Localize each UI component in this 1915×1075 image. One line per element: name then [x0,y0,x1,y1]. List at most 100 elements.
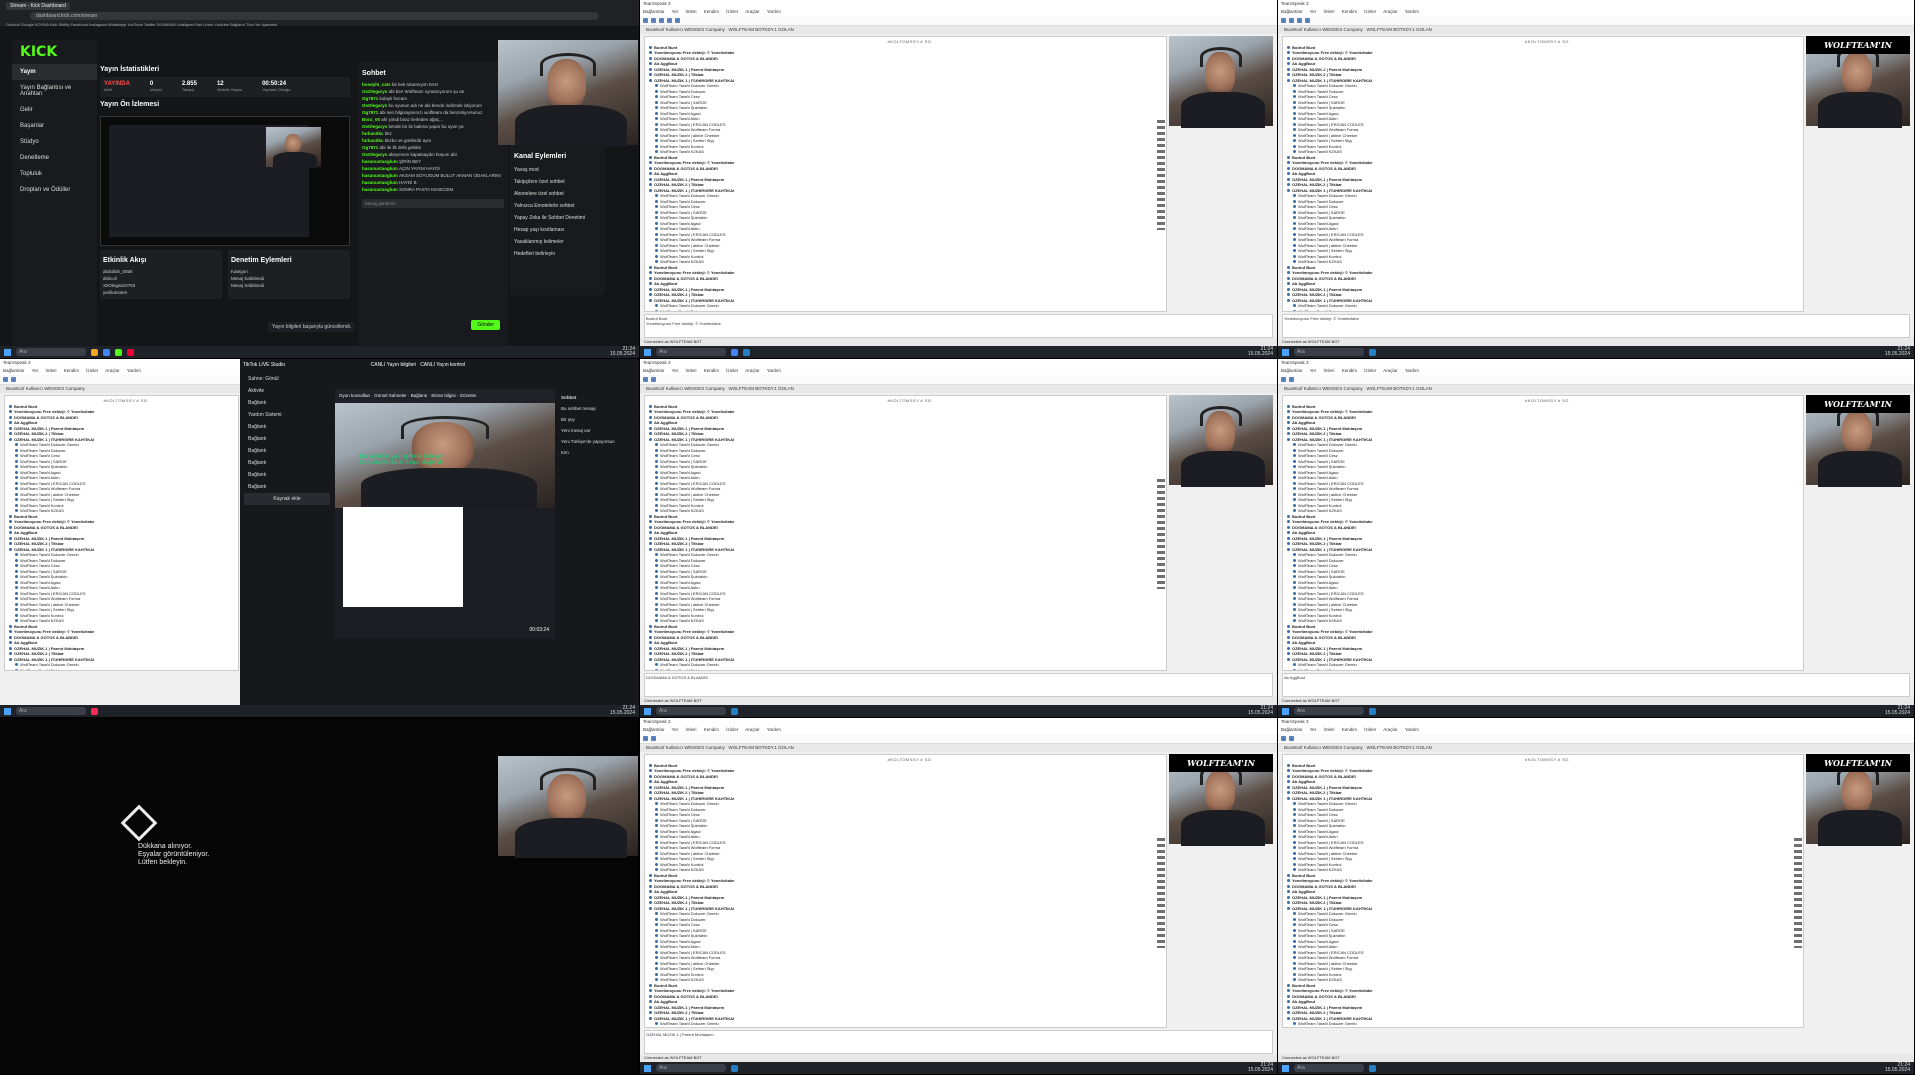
ts-channel-tree[interactable]: #KOLTOMSSY.# SG Bodruf Bunt Yonetimoyunu F… [1282,36,1804,312]
client-row[interactable]: WolfTeam Tarafıl Dokuzer [647,668,1164,671]
taskbar-clock[interactable]: 21:24 15.05.2024 [1885,347,1910,357]
channel-action[interactable]: Yalnızca Emotelerle sohbet [514,200,601,212]
ts-tabs[interactable]: BuuWoof Kullanıcı WENGES Company WOLFTEA… [1278,26,1914,34]
taskbar-clock[interactable]: 21:24 15.05.2024 [1885,706,1910,716]
speaker-icon[interactable] [667,18,672,23]
windows-start-icon[interactable] [1282,348,1289,356]
kick-icon[interactable] [115,348,122,356]
speaker-icon[interactable] [1305,18,1310,23]
ts-channel-tree[interactable]: #KOLTOMSSY.# SG Bodruf Bunt Yonetimoyunu F… [644,395,1167,671]
channel-action[interactable]: Yapay Zeka ile Sohbet Denetimi [514,212,601,224]
stream-preview[interactable] [100,116,350,246]
teamspeak-icon[interactable] [743,348,750,356]
mic-icon[interactable] [651,736,656,741]
explorer-icon[interactable] [91,348,98,356]
chrome-icon[interactable] [731,348,738,356]
mic-icon[interactable] [1289,736,1294,741]
client-row[interactable]: WolfTeam Tarafıl Dokuzer [7,668,236,671]
ts-menu[interactable]: Bağlantılar Yer İmleri Kendim İzinler Ar… [640,8,1277,16]
windows-start-icon[interactable] [644,1064,651,1072]
windows-start-icon[interactable] [1282,1064,1289,1072]
ts-menu[interactable]: Bağlantılar Yer İmleri Kendim İzinler Ar… [1278,8,1914,16]
connect-icon[interactable] [643,18,648,23]
source-item[interactable]: Aktivite [244,385,330,397]
away-icon[interactable] [675,18,680,23]
connect-icon[interactable] [643,736,648,741]
ts-channel-tree[interactable]: #KOLTOMSSY.# SG Bodruf Bunt Yonetimoyunu F… [644,36,1167,312]
ts-menu[interactable]: Bağlantılar Yer İmleri Kendim İzinler Ar… [1278,367,1914,375]
taskbar-search[interactable]: Ara [656,1064,726,1072]
taskbar-search[interactable]: Ara [16,348,86,356]
add-source-button[interactable]: Kaynak ekle [244,493,330,505]
teamspeak-icon[interactable] [731,1064,738,1072]
ts-channel-tree[interactable]: #KOLTOMSSY.# SG Bodruf Bunt Yonetimoyunu F… [4,395,239,671]
client-row[interactable]: WolfTeam Tarafıl Dokuzer [647,309,1164,312]
bookmark-icon[interactable] [1289,18,1294,23]
send-button[interactable]: Gönder [471,320,500,330]
channel-action[interactable]: Takipçilere özel sohbet [514,176,601,188]
connect-icon[interactable] [3,377,8,382]
nav-item-achievements[interactable]: Başarılar [12,118,97,134]
taskbar-search[interactable]: Ara [656,707,726,715]
windows-start-icon[interactable] [4,707,11,715]
client-row[interactable]: WolfTeam Tarafıl Dokuzer [647,1027,1164,1028]
mic-icon[interactable] [651,377,656,382]
taskbar-clock[interactable]: 21:24 15.05.2024 [1248,1063,1273,1073]
ts-menu[interactable]: Bağlantılar Yer İmleri Kendim İzinler Ar… [1278,726,1914,734]
mic-icon[interactable] [659,18,664,23]
channel-action[interactable]: Yasaklanmış kelimeler [514,236,601,248]
client-row[interactable]: WolfTeam Tarafıl Dokuzer [1285,668,1801,671]
channel-action[interactable]: Yavaş mod [514,164,601,176]
taskbar-clock[interactable]: 21:24 15.05.2024 [610,706,635,716]
taskbar-clock[interactable]: 21:24 15.05.2024 [1885,1063,1910,1073]
channel-action[interactable]: Hedefleri belirleyin [514,248,601,260]
mic-icon[interactable] [1289,377,1294,382]
source-item[interactable]: Bağlantı [244,445,330,457]
ts-menu[interactable]: Bağlantılar Yer İmleri Kendim İzinler Ar… [640,367,1277,375]
bookmarks-bar[interactable]: Outlook Google KOYNA Kick Shiftly Facebo… [0,20,639,29]
ts-tabs[interactable]: BuuWoof Kullanıcı WENGES Company WOLFTEA… [1278,744,1914,752]
client-row[interactable]: WolfTeam Tarafıl Dokuzer [1285,309,1801,312]
connect-icon[interactable] [1281,736,1286,741]
scene-label[interactable]: Sahne: Gönül [244,373,330,385]
taskbar-clock[interactable]: 21:24 15.05.2024 [1248,706,1273,716]
source-item[interactable]: Bağlantı [244,481,330,493]
teamspeak-icon[interactable] [1369,707,1376,715]
connect-icon[interactable] [643,377,648,382]
source-item[interactable]: Bağlantı [244,457,330,469]
ts-channel-tree[interactable]: #KOLTOMSSY.# SG Bodruf Bunt Yonetimoyunu F… [1282,754,1804,1028]
mic-icon[interactable] [11,377,16,382]
ts-tabs[interactable]: BuuWoof Kullanıcı WENGES Company WOLFTEA… [1278,385,1914,393]
ts-menu[interactable]: Bağlantılar Yer İmleri Kendim İzinler Ar… [640,726,1277,734]
tiktok-icon[interactable] [91,707,98,715]
source-item[interactable]: Bağlantı [244,397,330,409]
windows-start-icon[interactable] [644,707,651,715]
tiktok-canvas[interactable]: Oyun konsolları · Görsel Sahneler · Bağl… [335,389,555,639]
bookmark-icon[interactable] [651,18,656,23]
taskbar-search[interactable]: Ara [1294,1064,1364,1072]
chat-input[interactable]: Mesaj gönderin [362,199,504,208]
address-bar[interactable]: dashboard.kick.com/stream [30,12,599,20]
source-item[interactable]: Bağlantı [244,469,330,481]
nav-item-studio[interactable]: Stüdyo [12,134,97,150]
chrome-icon[interactable] [103,348,110,356]
nav-item-community[interactable]: Topluluk [12,166,97,182]
teamspeak-icon[interactable] [731,707,738,715]
taskbar-search[interactable]: Ara [1294,348,1364,356]
connect-icon[interactable] [1281,18,1286,23]
ts-channel-tree[interactable]: #KOLTOMSSY.# SG Bodruf Bunt Yonetimoyunu F… [644,754,1167,1028]
client-row[interactable]: WolfTeam Tarafıl Dokuzer [1285,1027,1801,1028]
windows-start-icon[interactable] [1282,707,1289,715]
tiktok-tabs[interactable]: Oyun konsolları · Görsel Sahneler · Bağl… [335,389,555,403]
nav-item-drops[interactable]: Dropları ve Ödüller [12,182,97,198]
nav-item-stream-key[interactable]: Yayın Bağlantısı ve Anahtarı [12,80,97,102]
mic-icon[interactable] [1297,18,1302,23]
windows-start-icon[interactable] [4,348,11,356]
source-item[interactable]: Bağlantı [244,433,330,445]
channel-action[interactable]: Hesap yaşı kısıtlaması [514,224,601,236]
source-item[interactable]: Yardım Sistemi [244,409,330,421]
browser-tab[interactable]: Stream - Kick Dashboard [6,2,70,10]
taskbar-search[interactable]: Ara [656,348,726,356]
kick-logo[interactable]: KICK [12,40,97,64]
ts-tabs[interactable]: BuuWoof Kullanıcı WENGES Company WOLFTEA… [640,744,1277,752]
